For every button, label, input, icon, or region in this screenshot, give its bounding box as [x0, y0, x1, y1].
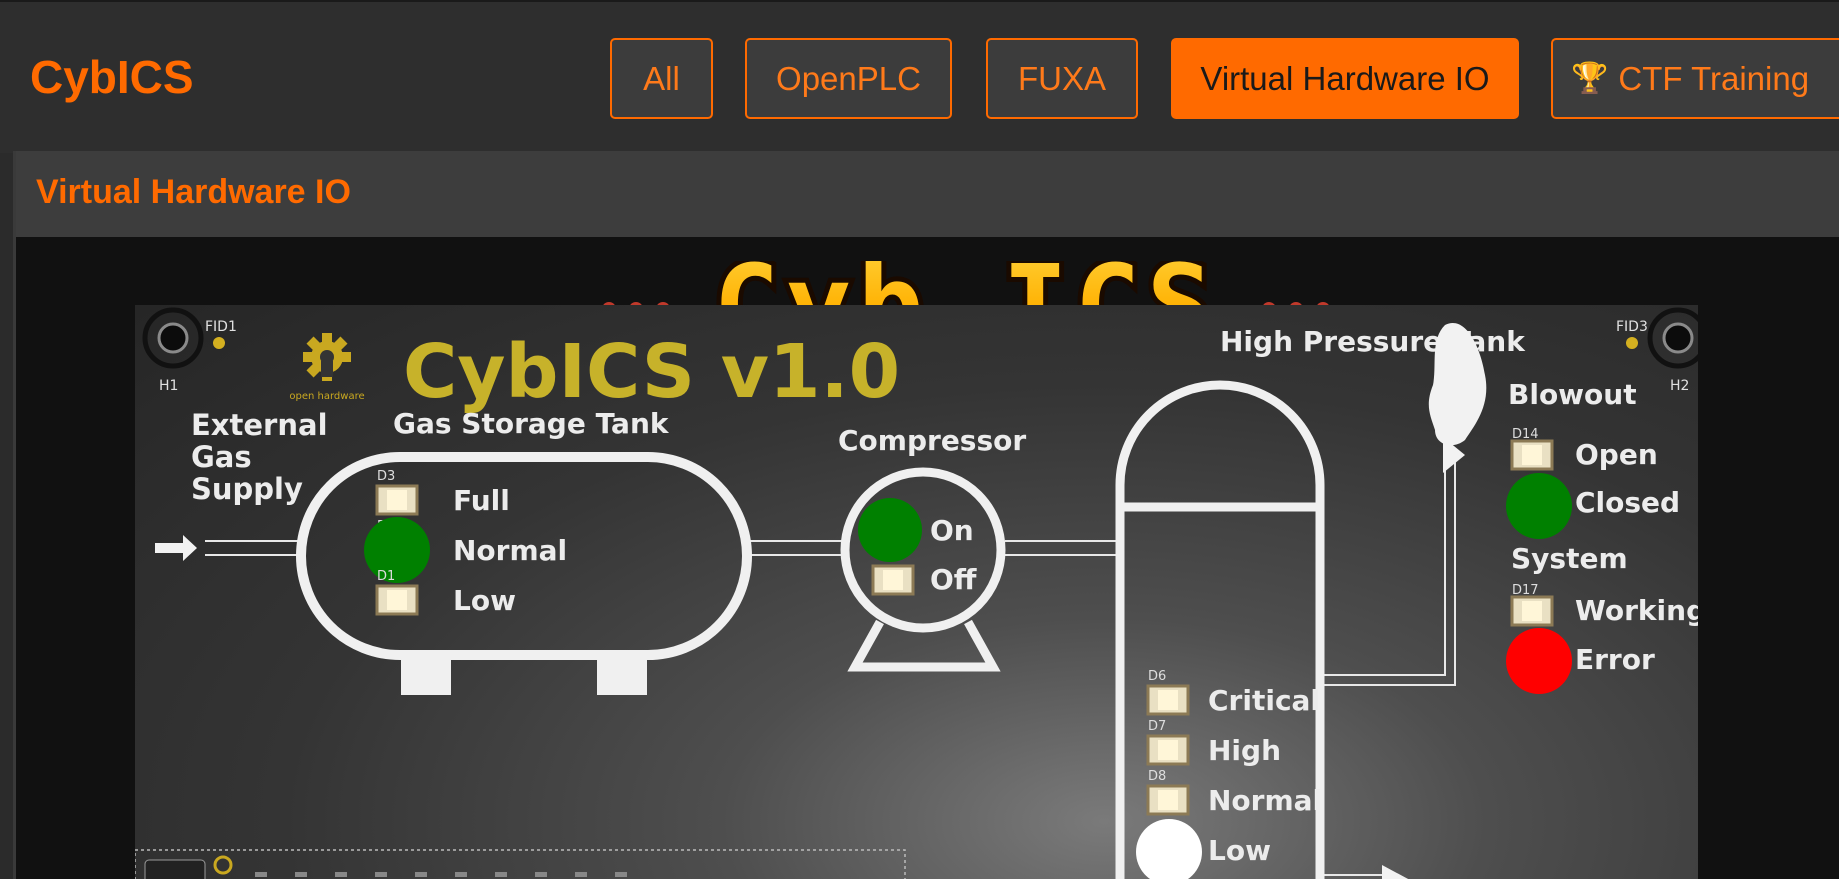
led-indicator-normal: D2 — [364, 517, 430, 583]
hole-label-h1: H1 — [159, 378, 178, 394]
led-indicator-working: D17 — [1510, 583, 1554, 627]
panel-title: Virtual Hardware IO — [36, 173, 351, 211]
external-gas-label-2: Gas — [191, 440, 252, 474]
led-label-error: Error — [1575, 643, 1655, 676]
pcb-board: FID1 FID3 H1 H2 open hardware CybICS v1.… — [135, 305, 1698, 879]
led-label-closed: Closed — [1575, 486, 1680, 519]
hole-label-h2: H2 — [1670, 378, 1689, 394]
fiducial-mark — [213, 337, 225, 349]
nav-button-ctf-training[interactable]: 🏆 CTF Training — [1551, 38, 1839, 119]
nav-button-fuxa[interactable]: FUXA — [986, 38, 1138, 119]
led-label-hp-low: Low — [1208, 834, 1271, 867]
gas-tank-leg — [401, 655, 451, 695]
nav-button-virtual-hardware-io[interactable]: Virtual Hardware IO — [1171, 38, 1519, 119]
led-ref: D14 — [1512, 427, 1539, 442]
led-label-critical: Critical — [1208, 684, 1320, 717]
led-label-full: Full — [453, 484, 510, 517]
led-light-red — [1506, 628, 1572, 694]
led-ref: D3 — [377, 469, 395, 484]
fiducial-mark — [1626, 337, 1638, 349]
nav-button-label: CTF Training — [1618, 59, 1810, 97]
led-light-green — [1506, 473, 1572, 539]
led-indicator-hp-normal: D8 — [1146, 769, 1190, 816]
hp-tank-title: High Pressure Tank — [1220, 325, 1526, 358]
led-label-open: Open — [1575, 438, 1658, 471]
led-indicator-critical: D6 — [1146, 669, 1190, 716]
fiducial-label-fid1: FID1 — [205, 319, 237, 335]
gas-tank-title: Gas Storage Tank — [393, 407, 670, 440]
led-label-high: High — [1208, 734, 1281, 767]
external-gas-label-3: Supply — [191, 472, 303, 506]
led-indicator-full: D3 — [375, 469, 419, 516]
led-ref: D7 — [1148, 719, 1166, 734]
led-label-hp-normal: Normal — [1208, 784, 1322, 817]
led-label-working: Working — [1575, 594, 1698, 627]
led-ref: D6 — [1148, 669, 1166, 684]
led-ref: D8 — [1148, 769, 1166, 784]
outlet-arrow-icon — [1382, 865, 1409, 879]
nav-button-openplc[interactable]: OpenPLC — [745, 38, 952, 119]
oshw-label: open hardware — [289, 391, 364, 402]
led-indicator-on — [858, 498, 922, 562]
led-ref: D17 — [1512, 583, 1539, 598]
led-light-green — [364, 517, 430, 583]
external-gas-label-1: External — [191, 408, 328, 442]
nav-button-label: FUXA — [1017, 59, 1106, 97]
mounting-hole-h2 — [1647, 307, 1698, 369]
system-title: System — [1511, 542, 1628, 575]
nav-button-label: All — [643, 59, 680, 97]
led-indicator-closed — [1506, 473, 1572, 539]
led-label-on: On — [930, 514, 974, 547]
led-light-green — [858, 498, 922, 562]
nav-button-all[interactable]: All — [610, 38, 713, 119]
inlet-arrow-icon — [155, 535, 197, 561]
nav-button-label: Virtual Hardware IO — [1200, 59, 1490, 97]
mounting-hole-h1 — [142, 307, 204, 369]
led-label-normal: Normal — [453, 534, 567, 567]
top-navigation-bar: CybICS All OpenPLC FUXA Virtual Hardware… — [0, 0, 1839, 153]
gas-tank-leg — [597, 655, 647, 695]
pin-header-strip — [135, 849, 906, 879]
brand-logo[interactable]: CybICS — [30, 50, 194, 104]
led-indicator-off — [871, 564, 915, 596]
led-indicator-high: D7 — [1146, 719, 1190, 766]
compressor-title: Compressor — [838, 424, 1026, 457]
fiducial-label-fid3: FID3 — [1616, 319, 1648, 335]
board-title: CybICS v1.0 — [403, 329, 900, 415]
panel-header: Virtual Hardware IO — [16, 151, 1839, 237]
led-indicator-hp-low — [1136, 819, 1202, 879]
led-label-low: Low — [453, 584, 516, 617]
led-indicator-error — [1506, 628, 1572, 694]
blowout-title: Blowout — [1508, 378, 1637, 411]
open-hardware-gear-icon — [303, 333, 351, 381]
led-indicator-open: D14 — [1510, 427, 1554, 471]
led-label-off: Off — [930, 563, 977, 596]
trophy-icon: 🏆 — [1571, 62, 1609, 95]
led-light-white — [1136, 819, 1202, 879]
led-ref: D1 — [377, 569, 395, 584]
nav-button-label: OpenPLC — [776, 59, 921, 97]
